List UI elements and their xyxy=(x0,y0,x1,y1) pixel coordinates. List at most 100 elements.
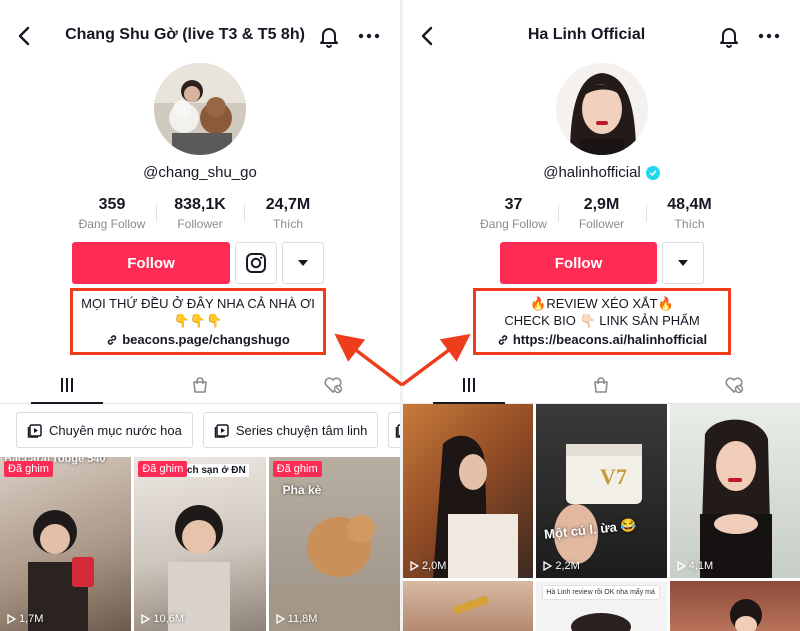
play-icon xyxy=(276,614,285,624)
view-count-text: 4,1M xyxy=(688,560,714,572)
tab-videos[interactable] xyxy=(0,366,133,404)
profile-actions: Follow xyxy=(72,242,324,284)
dropdown-button[interactable] xyxy=(662,242,704,284)
play-icon xyxy=(7,614,16,624)
video-thumbnail[interactable]: 2,0M xyxy=(403,404,534,578)
caret-down-icon xyxy=(298,260,308,266)
shopping-bag-icon xyxy=(193,376,207,393)
stat-value: 48,4M xyxy=(667,196,712,213)
grid-icon xyxy=(463,377,476,392)
tab-liked[interactable] xyxy=(267,366,400,403)
content-tabs xyxy=(0,366,400,404)
profile-title: Ha Linh Official xyxy=(527,26,646,43)
stat-following[interactable]: 37 Đang Follow xyxy=(470,196,558,231)
verified-badge-icon xyxy=(645,165,660,180)
instagram-button[interactable] xyxy=(235,242,277,284)
more-options-icon[interactable] xyxy=(356,23,382,49)
video-thumbnail[interactable]: V7 Một cú l. ừa 😂 2,2M xyxy=(536,404,667,578)
top-bar: Ha Linh Official xyxy=(403,18,800,54)
bio-link[interactable]: beacons.page/changshugo xyxy=(73,332,323,347)
tab-videos[interactable] xyxy=(403,366,535,404)
top-bar: Chang Shu Gờ (live T3 & T5 8h) xyxy=(0,18,400,54)
profile-title: Chang Shu Gờ (live T3 & T5 8h) xyxy=(65,26,305,43)
follow-button[interactable]: Follow xyxy=(500,242,657,284)
video-grid-row-2: Hà Linh review rồi OK nha mấy má xyxy=(403,581,800,631)
video-thumbnail[interactable]: Pha kè Đã ghim 11,8M xyxy=(268,457,400,631)
dropdown-button[interactable] xyxy=(282,242,324,284)
stat-label: Thích xyxy=(674,217,705,231)
stat-followers[interactable]: 2,9M Follower xyxy=(557,196,646,231)
profile-stats: 37 Đang Follow 2,9M Follower 48,4M Thích xyxy=(403,196,800,231)
more-options-icon[interactable] xyxy=(756,23,782,49)
stat-value: 2,9M xyxy=(583,196,620,213)
view-count: 10,6M xyxy=(140,613,184,625)
bio-line: MỌI THỨ ĐỀU Ở ĐÂY NHA CẢ NHÀ ƠI xyxy=(81,296,315,311)
stat-label: Follower xyxy=(578,217,625,231)
playlist-label: Chuyên mục nước hoa xyxy=(49,422,182,438)
profile-panel-left: Chang Shu Gờ (live T3 & T5 8h) @chang_sh… xyxy=(0,0,400,631)
profile-actions: Follow xyxy=(500,242,704,284)
bio-link[interactable]: https://beacons.ai/halinhofficial xyxy=(476,332,728,347)
view-count: 1,7M xyxy=(6,613,43,625)
liked-hidden-icon xyxy=(324,376,343,393)
tab-liked[interactable] xyxy=(668,366,800,403)
bio-line: 🔥REVIEW XÉO XẮT🔥 xyxy=(530,296,674,311)
bell-icon[interactable] xyxy=(716,23,742,49)
pinned-badge: Đã ghim xyxy=(4,461,53,477)
video-thumbnail[interactable]: Baccarat rouge 540 Đã ghim 1,7M xyxy=(0,457,132,631)
view-count-text: 2,0M xyxy=(422,560,447,572)
video-grid: Baccarat rouge 540 Đã ghim 1,7M ách sạn … xyxy=(0,457,400,631)
avatar[interactable] xyxy=(555,63,648,155)
video-thumbnail[interactable] xyxy=(403,581,534,631)
username-text: @halinhofficial xyxy=(543,164,641,181)
avatar[interactable] xyxy=(154,63,246,155)
tab-shop[interactable] xyxy=(133,366,266,403)
view-count-text: 10,6M xyxy=(153,613,184,625)
bio-link-text: https://beacons.ai/halinhofficial xyxy=(512,332,708,347)
bio-line: 👇👇👇 xyxy=(173,313,223,328)
follow-button[interactable]: Follow xyxy=(72,242,230,284)
video-thumbnail[interactable]: 4,1M xyxy=(669,404,800,578)
profile-stats: 359 Đang Follow 838,1K Follower 24,7M Th… xyxy=(0,196,400,231)
video-caption: Pha kè xyxy=(282,483,322,497)
view-count: 11,8M xyxy=(275,613,318,625)
stat-value: 24,7M xyxy=(265,196,311,213)
play-icon xyxy=(543,561,553,571)
stat-label: Thích xyxy=(272,217,303,231)
stat-value: 838,1K xyxy=(174,196,226,213)
bell-icon[interactable] xyxy=(316,23,342,49)
video-thumbnail[interactable] xyxy=(669,581,800,631)
playlist-chip-partial[interactable] xyxy=(388,412,400,448)
stat-following[interactable]: 359 Đang Follow xyxy=(68,196,156,231)
stat-label: Đang Follow xyxy=(78,217,146,231)
stat-likes: 48,4M Thích xyxy=(645,196,734,231)
instagram-icon xyxy=(246,253,266,273)
stat-followers[interactable]: 838,1K Follower xyxy=(156,196,244,231)
playlist-chip[interactable]: Series chuyện tâm linh xyxy=(202,412,379,448)
back-icon[interactable] xyxy=(12,22,36,50)
view-count-text: 1,7M xyxy=(19,613,44,625)
play-icon xyxy=(410,561,419,571)
playlist-icon xyxy=(27,424,42,438)
bio-line: CHECK BIO 👇🏻 LINK SẢN PHẨM xyxy=(504,313,700,328)
view-count-text: 11,8M xyxy=(287,613,318,625)
playlist-chip[interactable]: Chuyên mục nước hoa xyxy=(16,412,193,448)
back-icon[interactable] xyxy=(415,22,439,50)
view-count-text: 2,2M xyxy=(555,560,580,572)
video-thumbnail[interactable]: ách sạn ở ĐN Đã ghim 10,6M xyxy=(134,457,266,631)
svg-text:V7: V7 xyxy=(600,464,627,489)
bio-link-text: beacons.page/changshugo xyxy=(122,332,290,347)
video-thumbnail[interactable]: Hà Linh review rồi OK nha mấy má xyxy=(536,581,667,631)
playlist-row: Chuyên mục nước hoa Series chuyện tâm li… xyxy=(16,412,400,448)
caret-down-icon xyxy=(678,260,688,266)
view-count: 4,1M xyxy=(676,560,713,572)
tab-shop[interactable] xyxy=(535,366,667,403)
pinned-badge: Đã ghim xyxy=(138,461,188,477)
pinned-badge: Đã ghim xyxy=(272,461,322,477)
bio-highlight-box: MỌI THỨ ĐỀU Ở ĐÂY NHA CẢ NHÀ ƠI 👇👇👇 beac… xyxy=(70,288,326,355)
grid-icon xyxy=(60,377,73,392)
view-count: 2,2M xyxy=(542,560,580,572)
comment-snippet: Hà Linh review rồi OK nha mấy má xyxy=(542,585,661,600)
play-icon xyxy=(141,614,151,624)
link-icon xyxy=(107,334,117,345)
